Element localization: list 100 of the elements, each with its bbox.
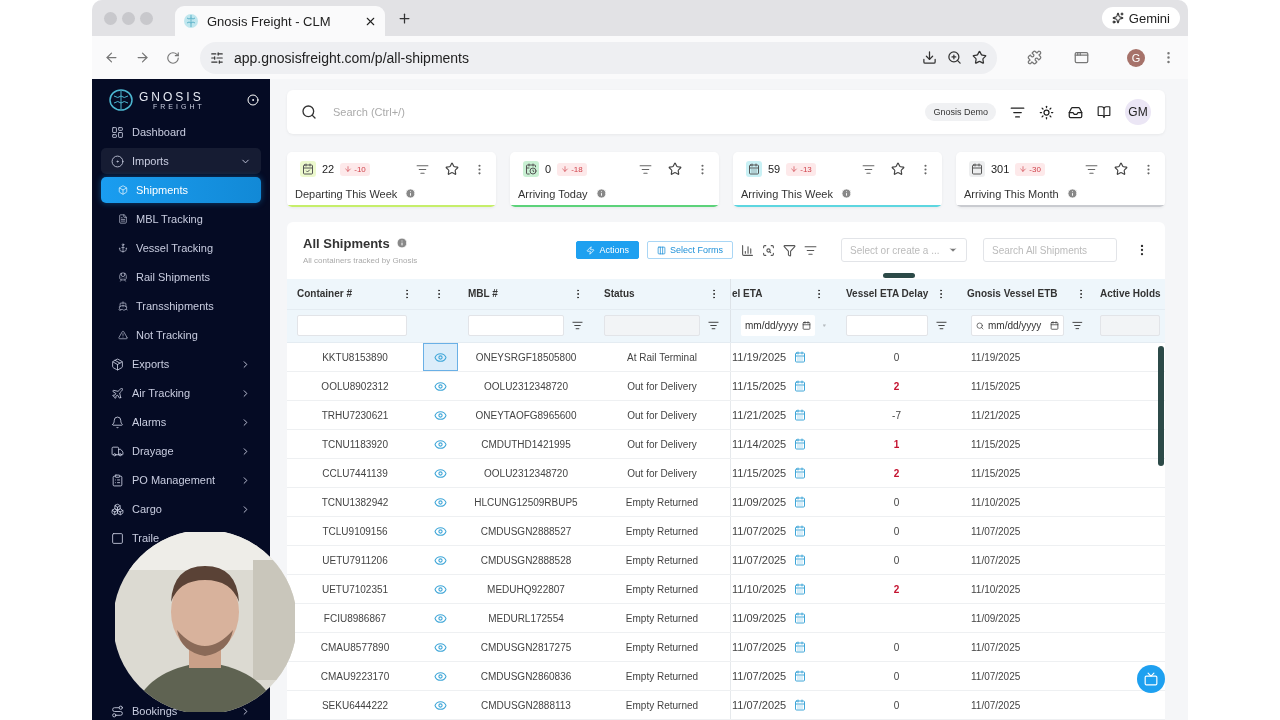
column-header[interactable]: MBL # — [468, 288, 572, 300]
table-cell: 11/14/2025 — [732, 438, 787, 450]
table-cell: Empty Returned — [625, 496, 699, 508]
table-cell: CMAU9223170 — [320, 670, 390, 682]
kpi-label: Arriving This Week — [741, 187, 833, 200]
kpi-label: Arriving Today — [518, 187, 588, 200]
table-cell: 11/09/2025 — [971, 612, 1021, 624]
table-cell: 11/10/2025 — [971, 496, 1021, 508]
table-cell: CMDUSGN2888528 — [480, 554, 572, 566]
sidebar-item[interactable]: Vessel Tracking — [136, 242, 214, 254]
browser-tab[interactable]: Gnosis Freight - CLM — [175, 6, 385, 36]
table-cell: 11/07/2025 — [732, 554, 787, 566]
date-filter-field[interactable]: mm/dd/yyyy — [971, 315, 1065, 337]
column-header[interactable]: Vessel ETA Delay — [846, 288, 935, 300]
kpi-label: Arriving This Month — [964, 187, 1059, 200]
sidebar-item[interactable]: Transshipments — [136, 300, 214, 312]
table-cell: 11/07/2025 — [732, 699, 787, 711]
table-cell: TCNU1183920 — [322, 438, 388, 450]
kpi-count: 59 — [768, 163, 781, 175]
table-cell: CCLU7441139 — [322, 467, 388, 479]
table-cell: MEDURL172554 — [488, 612, 564, 624]
table-cell: 11/09/2025 — [732, 612, 787, 624]
sidebar-item[interactable]: Cargo — [132, 503, 162, 515]
address-bar[interactable]: app.gnosisfreight.com/p/all-shipments — [200, 41, 997, 74]
table-cell: 11/07/2025 — [732, 641, 787, 653]
table-cell: 11/15/2025 — [971, 438, 1021, 450]
kpi-count: 22 — [322, 163, 335, 175]
table-cell: ONEYSRGF18505800 — [475, 351, 577, 363]
table-cell: UETU7911206 — [322, 554, 388, 566]
table-cell: 0 — [893, 670, 900, 682]
table-cell: 11/21/2025 — [971, 409, 1021, 421]
column-header[interactable]: Active Holds — [1100, 288, 1161, 300]
table-cell: 0 — [893, 351, 900, 363]
column-header[interactable]: Status — [604, 288, 708, 300]
sidebar-item[interactable]: Rail Shipments — [136, 271, 210, 283]
change-badge: -30 — [1015, 162, 1045, 176]
table-cell: 1 — [893, 438, 900, 450]
date-filter-field[interactable]: mm/dd/yyyy — [741, 315, 816, 337]
table-title: All Shipments — [303, 235, 390, 251]
table-search-field[interactable]: Search All Shipments — [983, 238, 1117, 263]
table-cell: 2 — [893, 380, 900, 392]
table-cell: OOLU2312348720 — [484, 380, 568, 392]
table-cell: 11/10/2025 — [732, 583, 787, 595]
table-cell: 0 — [893, 699, 900, 711]
table-cell: Out for Delivery — [627, 438, 697, 450]
kpi-count: 0 — [545, 163, 552, 175]
column-header[interactable]: Container # — [297, 288, 401, 300]
table-cell: 11/19/2025 — [732, 351, 787, 363]
table-cell: Empty Returned — [625, 583, 699, 595]
select-forms-button[interactable]: Select Forms — [647, 241, 733, 260]
table-subtitle: All containers tracked by Gnosis — [303, 255, 418, 265]
table-cell: -7 — [892, 409, 901, 421]
workspace-chip[interactable]: Gnosis Demo — [925, 103, 996, 121]
table-cell: TRHU7230621 — [321, 409, 389, 421]
table-cell: 11/07/2025 — [971, 525, 1021, 537]
sidebar-item[interactable]: PO Management — [132, 474, 216, 486]
table-cell: CMDUSGN2888527 — [480, 525, 572, 537]
sidebar-item[interactable]: Traile — [132, 532, 160, 544]
table-cell: 11/07/2025 — [971, 699, 1021, 711]
table-cell: 0 — [893, 496, 900, 508]
table-cell: At Rail Terminal — [627, 351, 697, 363]
table-cell: 11/09/2025 — [732, 496, 787, 508]
sidebar-item[interactable]: Alarms — [132, 416, 167, 428]
table-cell: 11/07/2025 — [971, 670, 1021, 682]
sidebar-item[interactable]: Bookings — [132, 705, 178, 717]
table-cell: Empty Returned — [625, 699, 699, 711]
change-badge: -10 — [340, 162, 370, 176]
table-cell: ONEYTAOFG8965600 — [475, 409, 577, 421]
table-cell: 11/15/2025 — [971, 467, 1021, 479]
table-cell: 2 — [893, 467, 900, 479]
table-cell: 11/15/2025 — [732, 467, 787, 479]
user-avatar[interactable]: GM — [1125, 99, 1151, 125]
column-header[interactable]: el ETA — [732, 288, 813, 300]
table-cell: SEKU6444222 — [321, 699, 389, 711]
table-cell: Empty Returned — [625, 525, 699, 537]
table-cell: FCIU8986867 — [323, 612, 387, 624]
table-cell: UETU7102351 — [321, 583, 389, 595]
sidebar-item[interactable]: Drayage — [132, 445, 174, 457]
sidebar-item[interactable]: Imports — [101, 148, 261, 174]
sidebar-item[interactable]: Dashboard — [132, 126, 186, 138]
table-cell: CMDUTHD1421995 — [481, 438, 571, 450]
column-header[interactable]: Gnosis Vessel ETB — [967, 288, 1075, 300]
table-cell: 11/15/2025 — [732, 380, 787, 392]
table-cell: CMDUSGN2888113 — [481, 699, 571, 711]
sidebar-item[interactable]: Not Tracking — [136, 329, 198, 341]
tab-title: Gnosis Freight - CLM — [207, 13, 332, 29]
change-badge: -18 — [557, 162, 587, 176]
table-cell: OOLU8902312 — [321, 380, 389, 392]
table-cell: Empty Returned — [625, 670, 699, 682]
sidebar-item[interactable]: Air Tracking — [132, 387, 191, 399]
table-cell: 0 — [893, 525, 900, 537]
table-cell: 0 — [893, 554, 900, 566]
sidebar-item[interactable]: MBL Tracking — [136, 213, 203, 225]
gemini-button[interactable]: Gemini — [1101, 7, 1180, 29]
change-badge: -13 — [786, 162, 816, 176]
table-cell: 0 — [893, 641, 900, 653]
table-cell: Empty Returned — [625, 641, 699, 653]
table-cell: TCNU1382942 — [321, 496, 389, 508]
profile-avatar[interactable]: G — [1127, 48, 1145, 67]
sidebar-item[interactable]: Exports — [132, 358, 170, 370]
